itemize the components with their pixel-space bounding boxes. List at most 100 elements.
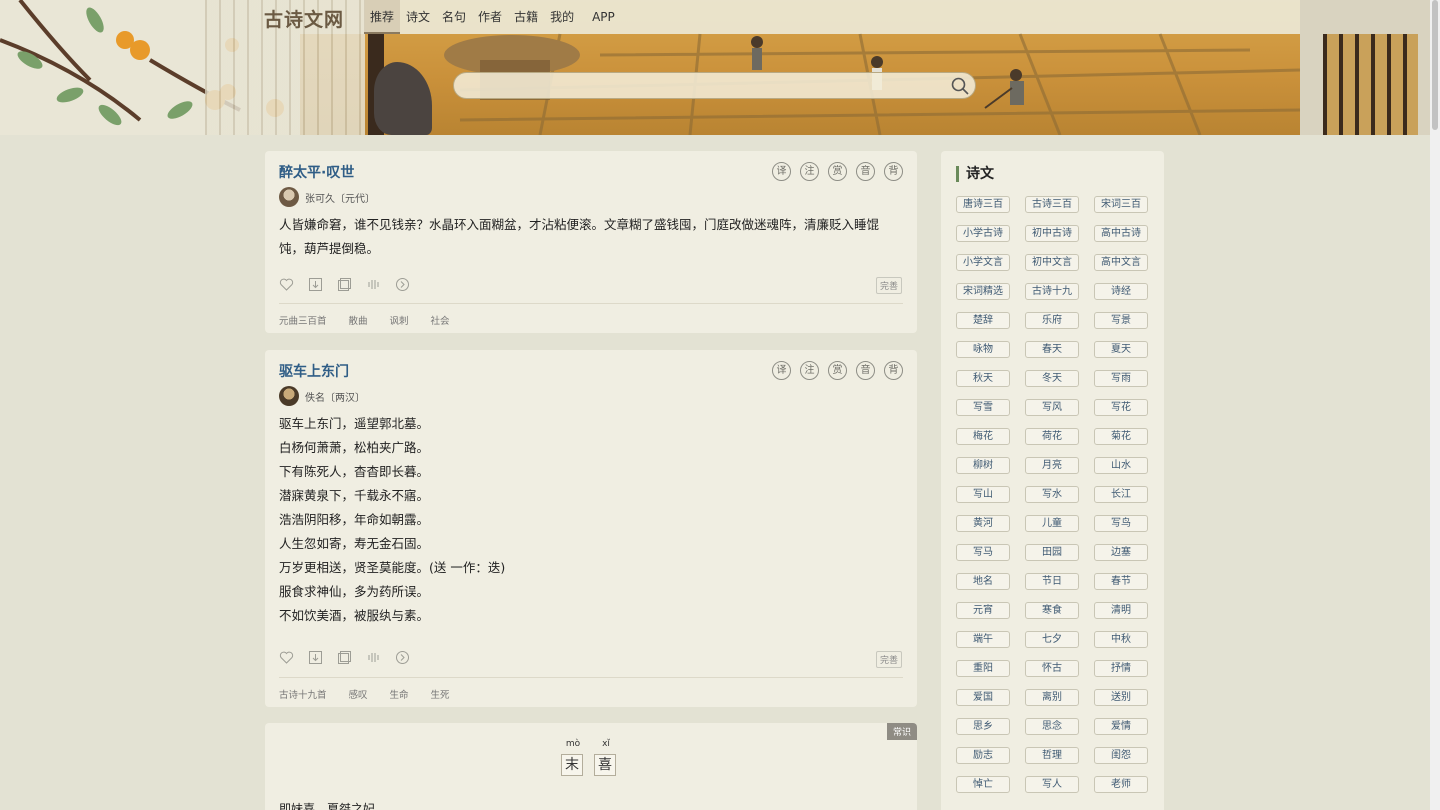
category-link[interactable]: 长江	[1094, 486, 1148, 503]
pronounce-icon[interactable]: 音	[856, 162, 875, 181]
category-link[interactable]: 秋天	[956, 370, 1010, 387]
recite-icon[interactable]: 背	[884, 162, 903, 181]
heart-icon[interactable]	[279, 650, 294, 665]
author-avatar[interactable]	[279, 386, 299, 406]
category-link[interactable]: 春节	[1094, 573, 1148, 590]
page-scrollbar[interactable]	[1430, 0, 1440, 810]
author-name[interactable]: 佚名〔两汉〕	[305, 389, 365, 404]
poem-title[interactable]: 醉太平·叹世	[279, 162, 354, 182]
more-icon[interactable]	[395, 650, 410, 665]
category-link[interactable]: 初中古诗	[1025, 225, 1079, 242]
annotate-icon[interactable]: 注	[800, 361, 819, 380]
category-link[interactable]: 思乡	[956, 718, 1010, 735]
annotate-icon[interactable]: 注	[800, 162, 819, 181]
nav-classics[interactable]: 古籍	[508, 0, 544, 34]
category-link[interactable]: 田园	[1025, 544, 1079, 561]
category-link[interactable]: 节日	[1025, 573, 1079, 590]
category-link[interactable]: 写花	[1094, 399, 1148, 416]
nav-poems[interactable]: 诗文	[400, 0, 436, 34]
poem-tag[interactable]: 社会	[431, 313, 450, 327]
nav-authors[interactable]: 作者	[472, 0, 508, 34]
category-link[interactable]: 乐府	[1025, 312, 1079, 329]
category-link[interactable]: 高中文言	[1094, 254, 1148, 271]
category-link[interactable]: 柳树	[956, 457, 1010, 474]
category-link[interactable]: 哲理	[1025, 747, 1079, 764]
category-link[interactable]: 山水	[1094, 457, 1148, 474]
appreciate-icon[interactable]: 赏	[828, 162, 847, 181]
pronounce-icon[interactable]: 音	[856, 361, 875, 380]
poem-tag[interactable]: 散曲	[349, 313, 368, 327]
category-link[interactable]: 古诗三百	[1025, 196, 1079, 213]
more-icon[interactable]	[395, 277, 410, 292]
category-link[interactable]: 荷花	[1025, 428, 1079, 445]
author-name[interactable]: 张可久〔元代〕	[305, 190, 375, 205]
poem-tag[interactable]: 元曲三百首	[279, 313, 327, 327]
category-link[interactable]: 悼亡	[956, 776, 1010, 793]
poem-tag[interactable]: 感叹	[349, 687, 368, 701]
category-link[interactable]: 梅花	[956, 428, 1010, 445]
poem-tag[interactable]: 古诗十九首	[279, 687, 327, 701]
category-link[interactable]: 宋词三百	[1094, 196, 1148, 213]
translate-icon[interactable]: 译	[772, 361, 791, 380]
category-link[interactable]: 端午	[956, 631, 1010, 648]
appreciate-icon[interactable]: 赏	[828, 361, 847, 380]
category-link[interactable]: 抒情	[1094, 660, 1148, 677]
category-link[interactable]: 写人	[1025, 776, 1079, 793]
nav-recommend[interactable]: 推荐	[364, 0, 401, 34]
heart-icon[interactable]	[279, 277, 294, 292]
poem-title[interactable]: 驱车上东门	[279, 361, 349, 381]
search-input[interactable]	[464, 77, 944, 95]
category-link[interactable]: 写风	[1025, 399, 1079, 416]
category-link[interactable]: 送别	[1094, 689, 1148, 706]
category-link[interactable]: 夏天	[1094, 341, 1148, 358]
audio-icon[interactable]	[366, 650, 381, 665]
category-link[interactable]: 儿童	[1025, 515, 1079, 532]
category-link[interactable]: 爱情	[1094, 718, 1148, 735]
full-text-button[interactable]: 完善	[875, 651, 902, 668]
category-link[interactable]: 思念	[1025, 718, 1079, 735]
nav-quotes[interactable]: 名句	[436, 0, 472, 34]
category-link[interactable]: 离别	[1025, 689, 1079, 706]
copy-icon[interactable]	[337, 650, 352, 665]
category-link[interactable]: 中秋	[1094, 631, 1148, 648]
site-logo[interactable]: 古诗文网	[264, 5, 344, 32]
category-link[interactable]: 老师	[1094, 776, 1148, 793]
category-link[interactable]: 诗经	[1094, 283, 1148, 300]
full-text-button[interactable]: 完善	[875, 277, 902, 294]
download-icon[interactable]	[308, 650, 323, 665]
search-button[interactable]	[950, 76, 970, 96]
download-icon[interactable]	[308, 277, 323, 292]
category-link[interactable]: 闺怨	[1094, 747, 1148, 764]
poem-tag[interactable]: 生命	[390, 687, 409, 701]
category-link[interactable]: 菊花	[1094, 428, 1148, 445]
category-link[interactable]: 边塞	[1094, 544, 1148, 561]
category-link[interactable]: 写马	[956, 544, 1010, 561]
category-link[interactable]: 小学古诗	[956, 225, 1010, 242]
category-link[interactable]: 写山	[956, 486, 1010, 503]
category-link[interactable]: 楚辞	[956, 312, 1010, 329]
poem-tag[interactable]: 生死	[431, 687, 450, 701]
category-link[interactable]: 写雪	[956, 399, 1010, 416]
category-link[interactable]: 高中古诗	[1094, 225, 1148, 242]
category-link[interactable]: 元宵	[956, 602, 1010, 619]
category-link[interactable]: 初中文言	[1025, 254, 1079, 271]
copy-icon[interactable]	[337, 277, 352, 292]
category-link[interactable]: 黄河	[956, 515, 1010, 532]
category-link[interactable]: 冬天	[1025, 370, 1079, 387]
category-link[interactable]: 写鸟	[1094, 515, 1148, 532]
translate-icon[interactable]: 译	[772, 162, 791, 181]
recite-icon[interactable]: 背	[884, 361, 903, 380]
category-link[interactable]: 宋词精选	[956, 283, 1010, 300]
category-link[interactable]: 写水	[1025, 486, 1079, 503]
category-link[interactable]: 怀古	[1025, 660, 1079, 677]
nav-app[interactable]: APP	[586, 0, 621, 34]
category-link[interactable]: 古诗十九	[1025, 283, 1079, 300]
audio-icon[interactable]	[366, 277, 381, 292]
category-link[interactable]: 春天	[1025, 341, 1079, 358]
category-link[interactable]: 重阳	[956, 660, 1010, 677]
category-link[interactable]: 七夕	[1025, 631, 1079, 648]
category-link[interactable]: 地名	[956, 573, 1010, 590]
category-link[interactable]: 咏物	[956, 341, 1010, 358]
category-link[interactable]: 爱国	[956, 689, 1010, 706]
nav-mine[interactable]: 我的	[544, 0, 580, 34]
